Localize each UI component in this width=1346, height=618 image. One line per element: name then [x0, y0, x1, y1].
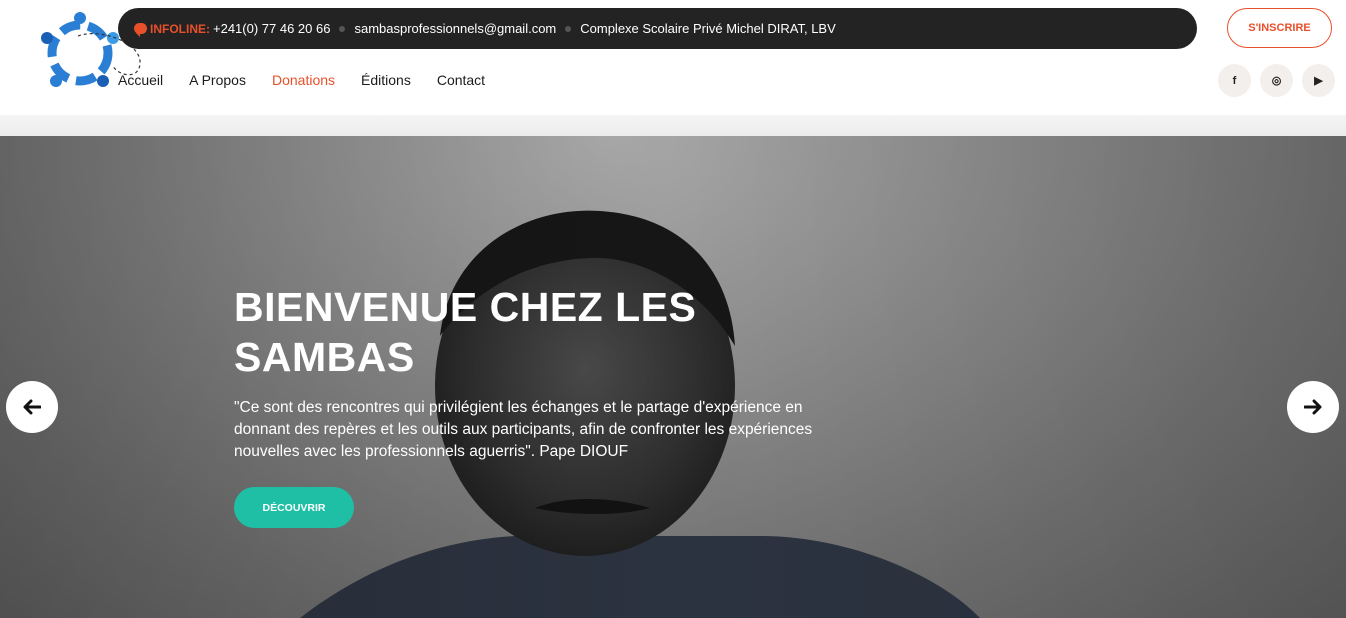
signup-button[interactable]: S'INSCRIRE	[1227, 8, 1332, 48]
separator-dot	[339, 25, 346, 32]
slider-prev-button[interactable]	[6, 381, 58, 433]
main-nav: Accueil A Propos Donations Éditions Cont…	[118, 72, 511, 88]
hero-quote: "Ce sont des rencontres qui privilégient…	[234, 399, 813, 460]
nav-item-accueil[interactable]: Accueil	[118, 72, 163, 88]
slider-next-button[interactable]	[1287, 381, 1339, 433]
instagram-icon[interactable]: ◎	[1260, 64, 1293, 97]
youtube-icon[interactable]: ▶	[1302, 64, 1335, 97]
nav-item-a-propos[interactable]: A Propos	[189, 72, 246, 88]
discover-button[interactable]: DÉCOUVRIR	[234, 487, 354, 528]
arrow-right-icon	[1304, 399, 1322, 415]
chat-icon	[134, 23, 147, 37]
social-links: f ◎ ▶	[1218, 64, 1335, 97]
info-bar: INFOLINE: +241(0) 77 46 20 66 sambasprof…	[118, 8, 1197, 49]
hero-title-line-2: SAMBAS	[234, 334, 415, 380]
facebook-icon[interactable]: f	[1218, 64, 1251, 97]
nav-item-contact[interactable]: Contact	[437, 72, 485, 88]
separator-dot	[565, 25, 572, 32]
header-texture-strip	[0, 115, 1346, 136]
email-address[interactable]: sambasprofessionnels@gmail.com	[354, 21, 556, 36]
arrow-left-icon	[23, 399, 41, 415]
infoline-label: INFOLINE:	[150, 21, 210, 36]
hero-title-line-1: BIENVENUE CHEZ LES	[234, 284, 697, 330]
address-text: Complexe Scolaire Privé Michel DIRAT, LB…	[580, 21, 836, 36]
hero-title: BIENVENUE CHEZ LES SAMBAS	[234, 282, 794, 382]
phone-number[interactable]: +241(0) 77 46 20 66	[213, 21, 330, 36]
hero-slider: BIENVENUE CHEZ LES SAMBAS "Ce sont des r…	[0, 136, 1346, 618]
nav-item-editions[interactable]: Éditions	[361, 72, 411, 88]
site-header: INFOLINE: +241(0) 77 46 20 66 sambasprof…	[0, 0, 1346, 115]
nav-item-donations[interactable]: Donations	[272, 72, 335, 88]
